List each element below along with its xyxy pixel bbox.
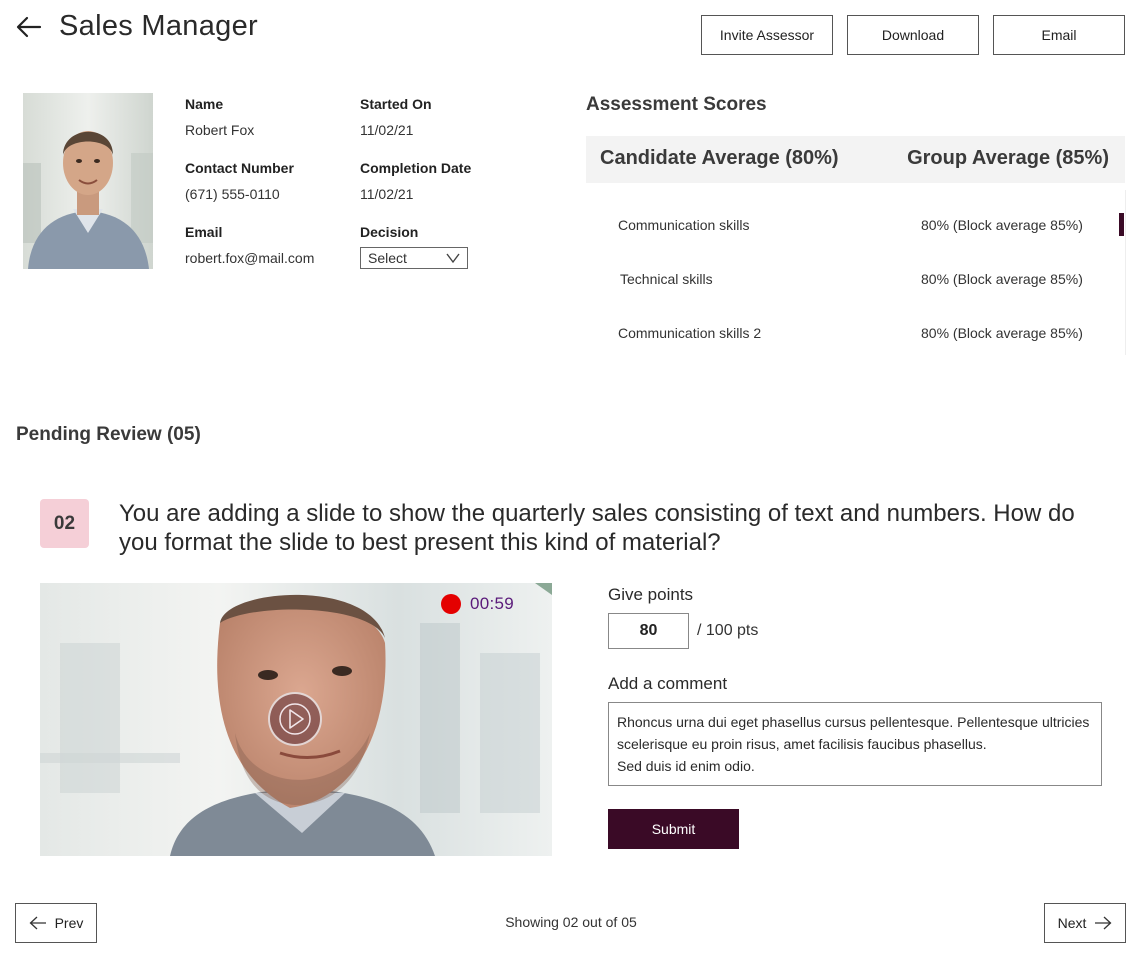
score-row-value: 80% (Block average 85%)	[921, 325, 1083, 341]
contact-number-value: (671) 555-0110	[185, 186, 280, 202]
points-max: / 100 pts	[697, 622, 759, 639]
decision-select[interactable]: Select	[360, 247, 468, 269]
invite-assessor-button[interactable]: Invite Assessor	[701, 15, 833, 55]
assessment-averages-header: Candidate Average (80%) Group Average (8…	[586, 136, 1125, 183]
next-button[interactable]: Next	[1044, 903, 1126, 943]
completion-date-value: 11/02/21	[360, 186, 414, 202]
score-row-value: 80% (Block average 85%)	[921, 271, 1083, 287]
completion-date-label: Completion Date	[360, 160, 472, 176]
points-input[interactable]	[608, 613, 689, 649]
score-row-name: Communication skills	[618, 217, 750, 233]
candidate-name: Robert Fox	[185, 122, 255, 138]
next-label: Next	[1057, 915, 1087, 931]
comment-textarea[interactable]: Rhoncus urna dui eget phasellus cursus p…	[608, 702, 1102, 786]
name-label: Name	[185, 96, 224, 112]
arrow-right-icon	[1095, 916, 1112, 930]
pagination-status: Showing 02 out of 05	[505, 914, 637, 930]
chevron-down-icon	[446, 253, 460, 264]
back-button[interactable]	[14, 12, 44, 42]
scores-scrollbar-thumb[interactable]	[1119, 213, 1124, 236]
email-value: robert.fox@mail.com	[185, 250, 315, 266]
give-points-label: Give points	[608, 585, 694, 604]
recording-time: 00:59	[470, 594, 515, 613]
candidate-photo	[23, 93, 153, 269]
started-on-label: Started On	[360, 96, 432, 112]
recording-indicator	[441, 594, 461, 614]
assessment-scores-title: Assessment Scores	[586, 94, 767, 115]
pending-review-title: Pending Review (05)	[16, 424, 201, 445]
page-title: Sales Manager	[59, 10, 258, 42]
question-number-badge: 02	[40, 499, 89, 548]
score-row-value: 80% (Block average 85%)	[921, 217, 1083, 233]
contact-number-label: Contact Number	[185, 160, 294, 176]
score-row-name: Communication skills 2	[618, 325, 762, 341]
download-button[interactable]: Download	[847, 15, 979, 55]
play-button[interactable]	[268, 692, 322, 746]
play-icon	[279, 703, 311, 735]
email-button[interactable]: Email	[993, 15, 1125, 55]
decision-select-value: Select	[368, 250, 407, 266]
add-comment-label: Add a comment	[608, 674, 728, 693]
candidate-average: Candidate Average (80%)	[600, 147, 839, 169]
arrow-left-icon	[16, 16, 42, 38]
decision-label: Decision	[360, 224, 419, 240]
submit-button[interactable]: Submit	[608, 809, 739, 849]
question-text: You are adding a slide to show the quart…	[119, 500, 1075, 556]
scores-scrollbar-track[interactable]	[1125, 190, 1126, 355]
started-on-value: 11/02/21	[360, 122, 414, 138]
email-label: Email	[185, 224, 223, 240]
group-average: Group Average (85%)	[907, 147, 1109, 169]
score-row-name: Technical skills	[620, 271, 713, 287]
